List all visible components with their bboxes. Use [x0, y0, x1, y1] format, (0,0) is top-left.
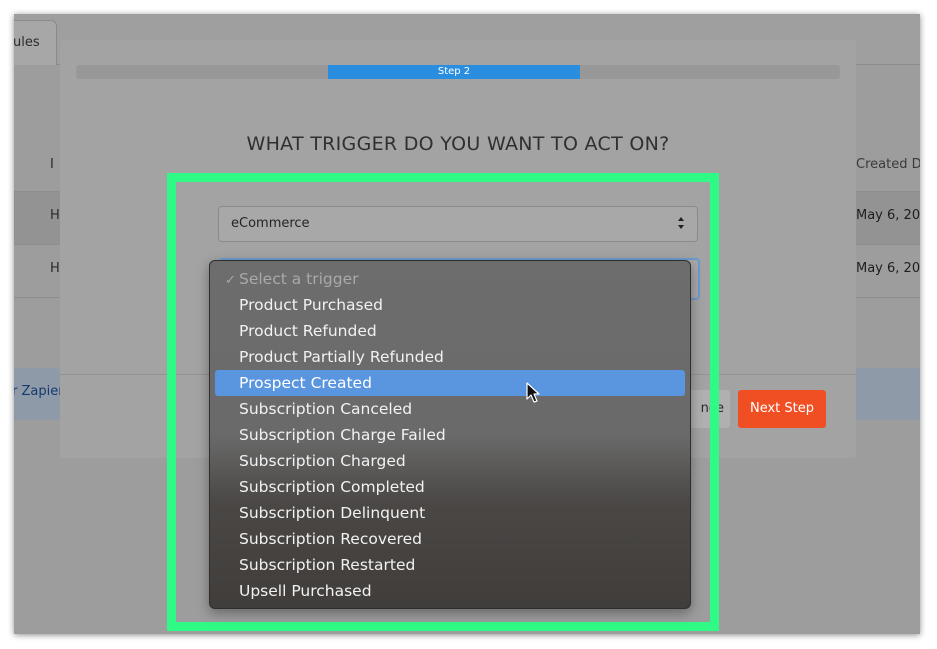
row-name-cell: H: [50, 261, 60, 276]
dropdown-option[interactable]: Product Partially Refunded: [215, 344, 685, 370]
chevron-updown-icon: [678, 217, 684, 229]
column-header-name: I: [50, 157, 54, 172]
category-select[interactable]: eCommerce: [218, 206, 698, 242]
column-header-created-date: Created Da: [856, 157, 920, 172]
step-progress: Step 2: [76, 65, 840, 79]
row-date-cell: May 6, 202: [856, 208, 920, 223]
dropdown-option[interactable]: Subscription Charge Failed: [215, 422, 685, 448]
modal-title: WHAT TRIGGER DO YOU WANT TO ACT ON?: [246, 133, 670, 155]
dropdown-option[interactable]: Subscription Restarted: [215, 552, 685, 578]
dropdown-option-highlighted[interactable]: Prospect Created: [215, 370, 685, 396]
zapier-link[interactable]: r Zapier: [14, 384, 64, 399]
dropdown-option[interactable]: Subscription Recovered: [215, 526, 685, 552]
trigger-dropdown-menu: ✓ Select a trigger Product Purchased Prod…: [209, 260, 691, 609]
dropdown-option[interactable]: Subscription Charged: [215, 448, 685, 474]
next-step-button[interactable]: Next Step: [738, 390, 826, 428]
mouse-pointer-icon: [526, 382, 540, 403]
row-date-cell: May 6, 202: [856, 261, 920, 276]
check-icon: ✓: [225, 273, 236, 288]
category-select-value: eCommerce: [231, 216, 310, 231]
tab-label: ules: [14, 35, 40, 50]
dropdown-option[interactable]: Subscription Completed: [215, 474, 685, 500]
placeholder-label: Select a trigger: [239, 270, 359, 288]
dropdown-option[interactable]: Upsell Purchased: [215, 578, 685, 604]
dropdown-option[interactable]: Product Refunded: [215, 318, 685, 344]
step-indicator: Step 2: [328, 65, 580, 79]
dropdown-option[interactable]: Product Purchased: [215, 292, 685, 318]
tab-rules[interactable]: ules: [14, 20, 57, 65]
dropdown-option[interactable]: Subscription Delinquent: [215, 500, 685, 526]
row-name-cell: H: [50, 208, 60, 223]
dropdown-option[interactable]: Subscription Canceled: [215, 396, 685, 422]
dropdown-placeholder-option: ✓ Select a trigger: [215, 266, 685, 292]
